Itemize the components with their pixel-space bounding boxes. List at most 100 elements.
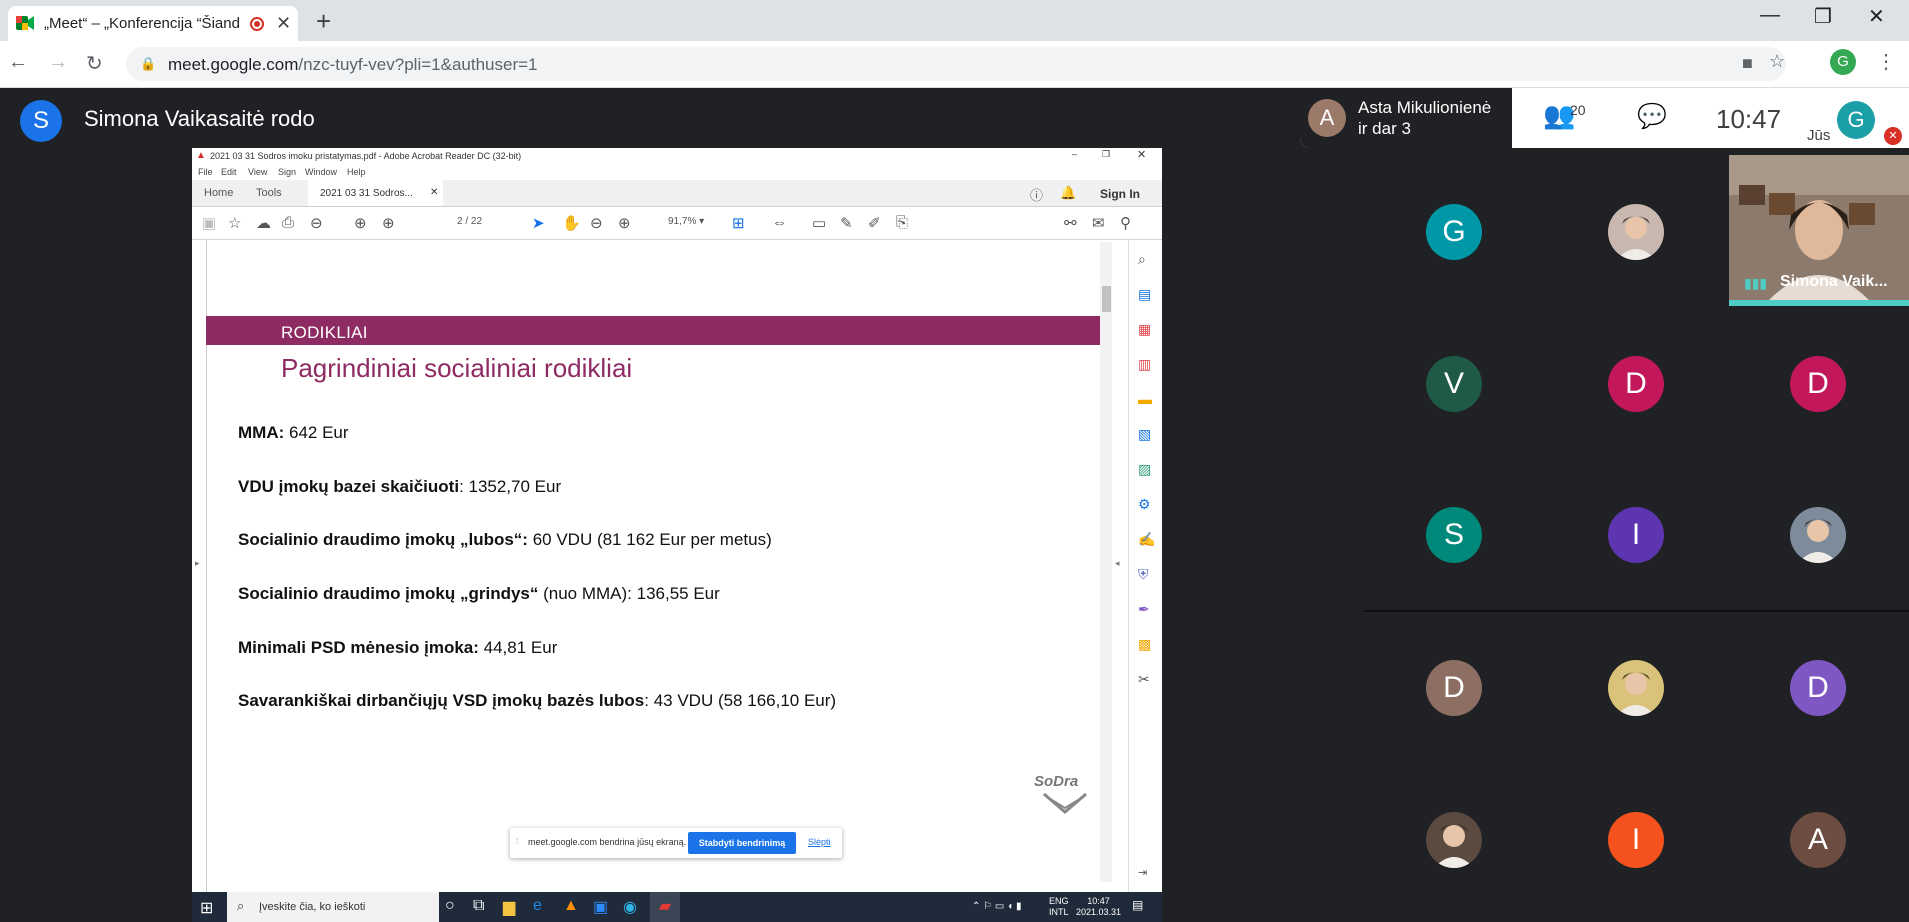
page-current[interactable]: 2 (457, 216, 463, 227)
comment-pane-icon[interactable]: ▬ (1138, 391, 1152, 407)
page-fit-icon[interactable]: ⊞ (732, 214, 745, 232)
browser-tab-meet[interactable]: „Meet“ – „Konferencija “Šiand ✕ (8, 6, 298, 41)
lock-icon[interactable]: 🔒 (140, 56, 156, 72)
hide-notification-link[interactable]: Slėpti (808, 837, 831, 847)
participant-avatar[interactable]: S (1426, 507, 1482, 563)
zoom-level[interactable]: 91,7% ▾ (668, 216, 704, 227)
participant-avatar[interactable]: D (1426, 660, 1482, 716)
participant-avatar[interactable]: D (1790, 660, 1846, 716)
menu-help[interactable]: Help (347, 167, 366, 177)
acrobat-close-icon[interactable]: ✕ (1137, 148, 1146, 161)
action-center-icon[interactable]: ▤ (1132, 899, 1143, 911)
star-icon[interactable]: ☆ (228, 214, 241, 232)
restore-icon[interactable]: ❐ (1814, 4, 1832, 29)
share-user-icon[interactable]: ⚲ (1120, 214, 1131, 232)
address-bar[interactable]: 🔒 meet.google.com/nzc-tuyf-vev?pli=1&aut… (126, 47, 1786, 81)
print-icon[interactable]: ⎙ (282, 214, 294, 231)
windows-start-icon[interactable]: ⊞ (200, 898, 213, 918)
menu-edit[interactable]: Edit (221, 167, 237, 177)
prev-page-icon[interactable]: ⊕ (354, 214, 367, 232)
request-signature-icon[interactable]: ▩ (1138, 636, 1151, 653)
menu-window[interactable]: Window (305, 167, 337, 177)
zoom-icon[interactable]: ▣ (593, 897, 608, 917)
email-icon[interactable]: ✉ (1092, 214, 1105, 232)
reload-icon[interactable]: ↻ (86, 51, 103, 76)
next-page-icon[interactable]: ⊕ (382, 214, 395, 232)
profile-avatar[interactable]: G (1830, 49, 1856, 75)
self-avatar[interactable]: G (1837, 101, 1875, 139)
tab-close-icon[interactable]: ✕ (276, 13, 291, 34)
taskbar-clock[interactable]: 10:47 2021.03.31 (1076, 896, 1121, 918)
link-icon[interactable]: ⚯ (1064, 214, 1077, 232)
acrobat-restore-icon[interactable]: ❐ (1102, 149, 1110, 160)
zoom-out-icon[interactable]: ⊖ (590, 214, 603, 232)
send-for-signature-icon[interactable]: ✒ (1138, 601, 1150, 618)
acrobat-minimize-icon[interactable]: – (1072, 149, 1077, 159)
draw-icon[interactable]: ✐ (868, 214, 881, 232)
help-icon[interactable]: ⓘ (1030, 185, 1043, 204)
drag-handle-icon[interactable]: ⁞ (516, 836, 519, 846)
bookmark-star-icon[interactable]: ☆ (1769, 51, 1785, 72)
menu-file[interactable]: File (198, 167, 213, 177)
select-cursor-icon[interactable]: ➤ (532, 214, 545, 232)
protect-icon[interactable]: ⛨ (1138, 566, 1149, 583)
participant-avatar[interactable]: V (1426, 356, 1482, 412)
participant-photo-avatar[interactable] (1426, 812, 1482, 868)
taskbar-search[interactable]: ⌕ Įveskite čia, ko ieškoti (227, 892, 439, 922)
tray-icons[interactable]: ⌃ ⚐ ▭ ◖ ▮ (972, 901, 1021, 912)
zoom-in-icon[interactable]: ⊕ (618, 214, 631, 232)
back-icon[interactable]: ← (8, 51, 28, 74)
zoom-search-icon[interactable]: ⊖ (310, 214, 323, 232)
scroll-mode-icon[interactable]: ⇔ (772, 214, 787, 231)
participant-avatar[interactable]: G (1426, 204, 1482, 260)
collapse-pane-icon[interactable]: ⇥ (1138, 866, 1147, 879)
edge-icon[interactable]: ◉ (623, 897, 637, 917)
menu-sign[interactable]: Sign (278, 167, 296, 177)
language-indicator[interactable]: ENG INTL (1049, 896, 1069, 918)
participant-photo-avatar[interactable] (1608, 660, 1664, 716)
edit-pdf-icon[interactable]: ▥ (1138, 356, 1151, 373)
minimize-icon[interactable]: — (1760, 4, 1780, 27)
pane-search-icon[interactable]: ⌕ (1138, 251, 1146, 268)
expand-left-panel-icon[interactable]: ▸ (195, 558, 200, 569)
highlight-pen-icon[interactable]: ✎ (840, 214, 853, 232)
more-tools-icon[interactable]: ✂ (1138, 671, 1150, 688)
pdf-scrollbar-thumb[interactable] (1102, 286, 1111, 312)
fill-sign-icon[interactable]: ✍ (1138, 531, 1155, 548)
camera-icon[interactable]: ■ (1742, 53, 1753, 74)
sign-in-button[interactable]: Sign In (1100, 187, 1140, 201)
comment-icon[interactable]: ▭ (812, 214, 826, 232)
tab-document[interactable]: 2021 03 31 Sodros... ✕ (308, 180, 443, 206)
notification-bell-icon[interactable]: 🔔 (1060, 185, 1076, 201)
create-pdf-icon[interactable]: ▦ (1138, 321, 1151, 338)
chrome-menu-icon[interactable]: ⋮ (1876, 49, 1896, 74)
hand-tool-icon[interactable]: ✋ (562, 214, 581, 232)
page-indicator[interactable]: 2 / 22 (457, 216, 482, 227)
participant-avatar[interactable]: I (1608, 507, 1664, 563)
pdf-scrollbar[interactable] (1100, 242, 1112, 882)
save-icon[interactable]: ▣ (202, 214, 216, 232)
menu-view[interactable]: View (248, 167, 267, 177)
chat-icon[interactable]: 💬 (1637, 102, 1667, 131)
participant-photo-avatar[interactable] (1608, 204, 1664, 260)
new-tab-button[interactable]: + (316, 6, 331, 37)
organize-pages-icon[interactable]: ▨ (1138, 461, 1151, 478)
participant-avatar[interactable]: D (1790, 356, 1846, 412)
participant-avatar[interactable]: D (1608, 356, 1664, 412)
upload-icon[interactable]: ☁ (256, 214, 271, 232)
stamp-icon[interactable]: ⎘ (896, 214, 908, 231)
export-pdf-icon[interactable]: ▤ (1138, 286, 1151, 303)
combine-files-icon[interactable]: ▧ (1138, 426, 1151, 443)
participant-avatar[interactable]: I (1608, 812, 1664, 868)
cortana-icon[interactable]: ○ (445, 897, 455, 915)
compress-icon[interactable]: ⚙ (1138, 496, 1151, 513)
stop-sharing-button[interactable]: Stabdyti bendrinimą (688, 832, 796, 854)
tab-document-close-icon[interactable]: ✕ (430, 187, 438, 198)
vlc-icon[interactable]: ▲ (563, 897, 579, 915)
file-explorer-icon[interactable]: ▆ (503, 897, 515, 917)
tab-home[interactable]: Home (204, 187, 233, 199)
task-view-icon[interactable]: ⧉ (473, 897, 484, 915)
collapse-right-pane-icon[interactable]: ◂ (1115, 558, 1120, 569)
internet-explorer-icon[interactable]: e (533, 897, 542, 915)
forward-icon[interactable]: → (48, 51, 68, 74)
